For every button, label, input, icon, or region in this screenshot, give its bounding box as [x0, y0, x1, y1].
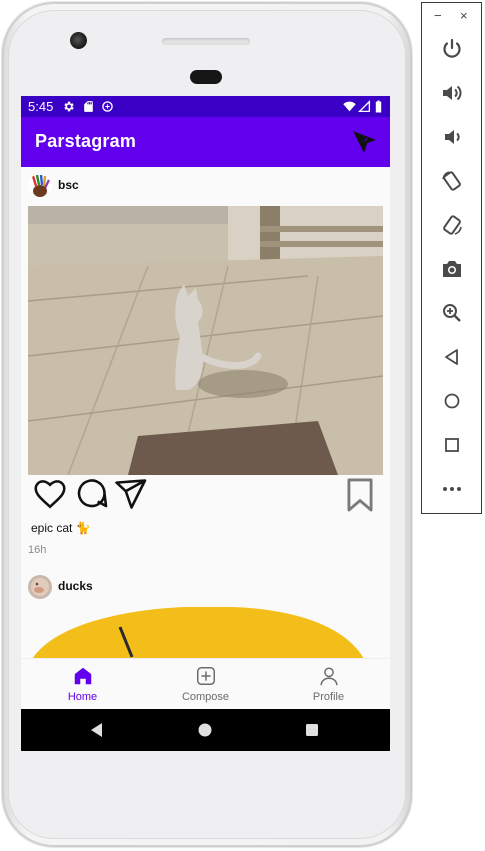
volume-up-icon[interactable]: [440, 81, 464, 105]
post-timestamp: 16h: [28, 544, 47, 556]
status-bar: 5:45: [21, 96, 390, 117]
hand-avatar-icon: [28, 174, 52, 198]
sd-card-icon: [84, 101, 93, 112]
front-camera: [70, 32, 87, 49]
minimize-button[interactable]: −: [434, 8, 442, 23]
home-icon: [74, 667, 91, 685]
post-header[interactable]: bsc: [28, 174, 228, 198]
nav-label-profile: Profile: [312, 691, 345, 703]
home-icon[interactable]: [440, 389, 464, 413]
signal-icon: [358, 100, 371, 113]
post-header[interactable]: ducks: [28, 575, 228, 599]
home-circle-icon[interactable]: [195, 720, 215, 740]
person-icon: [319, 667, 338, 686]
camera-icon[interactable]: [440, 257, 464, 281]
app-bar: Parstagram: [21, 117, 390, 167]
volume-down-icon[interactable]: [440, 125, 464, 149]
avatar[interactable]: [28, 575, 52, 599]
bookmark-icon[interactable]: [341, 476, 379, 514]
wifi-icon: [343, 101, 356, 112]
post-username[interactable]: bsc: [58, 178, 79, 192]
nav-label-compose: Compose: [181, 691, 230, 703]
status-time: 5:45: [28, 99, 54, 114]
post-feed[interactable]: bsc epic cat 🐈 16h ducks: [21, 167, 390, 658]
gear-icon: [64, 101, 74, 112]
power-icon[interactable]: [440, 37, 464, 61]
earpiece: [190, 70, 222, 84]
system-navigation-bar: [21, 709, 390, 751]
share-icon[interactable]: [112, 476, 148, 512]
comment-icon[interactable]: [73, 476, 109, 512]
back-icon[interactable]: [87, 720, 107, 740]
post-image[interactable]: [28, 206, 383, 475]
more-icon[interactable]: [440, 477, 464, 501]
post-caption: epic cat 🐈: [31, 521, 91, 535]
duck-avatar-icon: [28, 575, 52, 599]
rotate-right-icon[interactable]: [440, 213, 464, 237]
zoom-icon[interactable]: [440, 301, 464, 325]
speaker-grille: [162, 38, 250, 45]
nav-item-profile[interactable]: Profile: [267, 659, 390, 710]
post-username[interactable]: ducks: [58, 579, 93, 593]
add-box-icon: [196, 667, 215, 685]
overview-icon[interactable]: [440, 433, 464, 457]
nav-item-compose[interactable]: Compose: [144, 659, 267, 710]
device-screen: 5:45 Parstagram bsc epic cat 🐈 16h ducks…: [21, 96, 390, 751]
battery-icon: [375, 100, 382, 113]
heart-icon[interactable]: [32, 476, 68, 512]
avatar[interactable]: [28, 174, 52, 198]
data-saver-icon: [102, 101, 113, 112]
cat-photo: [28, 206, 383, 475]
app-title: Parstagram: [35, 131, 137, 151]
nav-item-home[interactable]: Home: [21, 659, 144, 710]
back-icon[interactable]: [440, 345, 464, 369]
post-image[interactable]: [28, 607, 383, 658]
close-button[interactable]: ×: [460, 8, 468, 23]
rotate-left-icon[interactable]: [440, 169, 464, 193]
send-icon[interactable]: [351, 129, 377, 155]
nav-label-home: Home: [67, 691, 98, 703]
overview-icon[interactable]: [302, 720, 322, 740]
emulator-toolbar: − ×: [421, 2, 482, 514]
bottom-navigation: Home Compose Profile: [21, 658, 390, 710]
duck-photo: [28, 607, 383, 658]
